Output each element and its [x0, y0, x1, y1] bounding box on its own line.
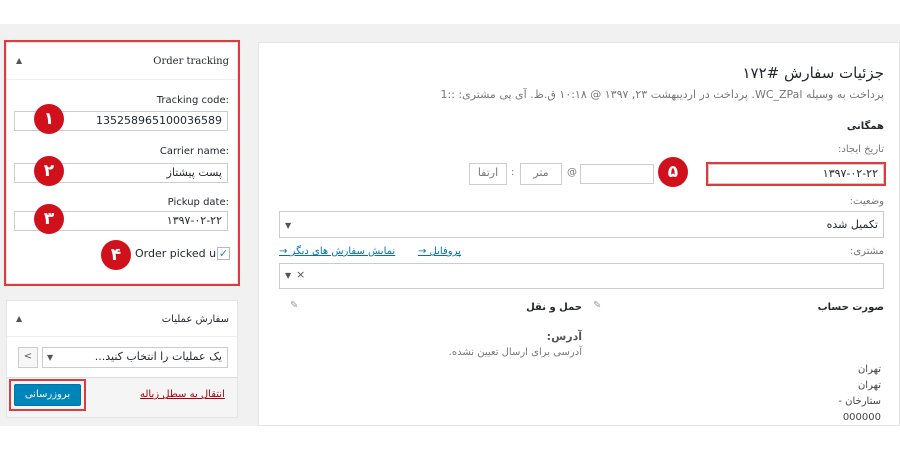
badge-4: ۴ [101, 240, 131, 270]
edit-shipping-pencil-icon[interactable]: ✎ [290, 300, 298, 311]
update-button-highlight [9, 379, 86, 411]
badge-2: ۲ [34, 156, 64, 186]
move-to-trash-link[interactable]: انتقال به سطل زباله [140, 389, 225, 400]
billing-line: ستارخان - [838, 396, 881, 407]
other-orders-link[interactable]: نمایش سفارش های دیگر → [279, 246, 395, 257]
apply-action-button[interactable]: < [18, 347, 38, 368]
date-created-label: تاریخ ایجاد: [838, 144, 884, 155]
order-picked-up-checkbox[interactable]: ✓ [217, 247, 230, 260]
billing-line: تهران [857, 364, 881, 375]
select-caret-icon: ▼ [47, 353, 54, 362]
billing-address: تهران تهران ستارخان - 000000 [838, 362, 881, 426]
status-select-value: تکمیل شده [826, 218, 878, 231]
tracking-code-label: Tracking code: [156, 95, 229, 106]
collapse-arrow-icon[interactable]: ▲ [16, 314, 22, 323]
date-created-highlight [706, 162, 886, 186]
status-label: وضعیت: [849, 196, 884, 207]
hour-input[interactable]: ارتفا [469, 163, 507, 185]
at-symbol: @ [567, 167, 577, 178]
order-subtitle: پرداخت به وسیله WC_ZPal. پرداخت در اردیب… [440, 88, 885, 101]
customer-caret-icon: ▼ [285, 271, 292, 280]
customer-label: مشتری: [849, 246, 884, 257]
checkmark-icon: ✓ [218, 247, 229, 260]
order-action-select[interactable]: یک عملیات را انتخاب کنید... [42, 347, 228, 368]
shipping-heading: حمل و نقل [526, 302, 582, 313]
order-actions-title: سفارش عملیات [161, 314, 229, 325]
badge-1: ۱ [34, 104, 64, 134]
badge-5: ۵ [658, 157, 688, 187]
billing-line: تهران [857, 380, 881, 391]
no-shipping-address-text: آدرسی برای ارسال تعیین نشده. [448, 347, 582, 358]
billing-line: 000000 [842, 412, 881, 423]
shipping-address-heading: آدرس: [546, 330, 582, 343]
status-caret-icon: ▼ [285, 221, 292, 230]
order-picked-up-label[interactable]: Order picked up [135, 247, 223, 260]
status-select[interactable]: تکمیل شده [279, 211, 884, 238]
time-colon: : [511, 167, 515, 178]
order-action-select-value: یک عملیات را انتخاب کنید... [94, 350, 222, 363]
pickup-date-label: Pickup date: [167, 197, 229, 208]
badge-3: ۳ [34, 204, 64, 234]
order-actions-header[interactable]: ▲ سفارش عملیات [7, 301, 237, 337]
customer-clear-icon[interactable]: × [296, 268, 305, 281]
order-title: جزئیات سفارش #۱۷۲ [742, 64, 885, 82]
general-heading: همگانی [846, 121, 884, 132]
customer-select[interactable] [279, 263, 884, 289]
billing-heading: صورت حساب [817, 302, 884, 313]
minute-placeholder: متر [533, 166, 549, 179]
hour-placeholder: ارتفا [477, 166, 499, 179]
date-extra-input[interactable] [580, 164, 654, 184]
profile-link[interactable]: پروفایل → [418, 246, 461, 257]
edit-billing-pencil-icon[interactable]: ✎ [593, 300, 601, 311]
carrier-name-label: Carrier name: [159, 146, 229, 157]
minute-input[interactable]: متر [520, 163, 562, 185]
